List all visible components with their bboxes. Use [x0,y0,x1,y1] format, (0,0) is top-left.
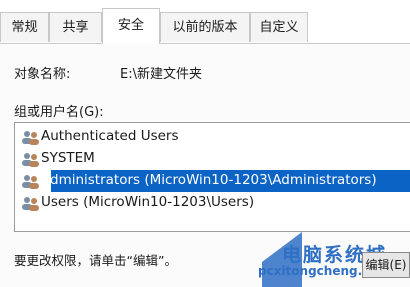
edit-button[interactable]: 编辑(E) [362,252,410,278]
tab-previous-versions[interactable]: 以前的版本 [160,12,250,42]
tab-customize[interactable]: 自定义 [250,12,308,42]
user-name: Authenticated Users [41,128,179,144]
list-item[interactable]: Authenticated Users [15,126,410,148]
user-group-icon [22,131,39,145]
tab-divider [0,43,410,44]
object-name-value: E:\新建文件夹 [120,67,202,82]
user-name: SYSTEM [41,150,95,166]
object-name-label: 对象名称: [14,67,71,82]
tab-security[interactable]: 安全 [102,8,160,44]
tab-general[interactable]: 常规 [0,12,49,42]
tab-sharing[interactable]: 共享 [49,12,102,42]
user-name: Users (MicroWin10-1203\Users) [41,194,255,210]
tab-bar: 常规 共享 安全 以前的版本 自定义 [0,0,410,44]
list-item-selected[interactable]: Administrators (MicroWin10-1203\Administ… [15,170,410,192]
group-user-label: 组或用户名(G): [14,105,104,120]
user-group-icon [22,153,39,167]
user-group-icon [22,175,39,189]
list-item[interactable]: SYSTEM [15,148,410,170]
edit-hint-text: 要更改权限，请单击“编辑”。 [14,253,177,268]
list-item[interactable]: Users (MicroWin10-1203\Users) [15,192,410,214]
user-group-icon [22,197,39,211]
user-list[interactable]: Authenticated Users SYSTEM Administrator… [14,122,410,232]
user-name: Administrators (MicroWin10-1203\Administ… [41,172,377,188]
